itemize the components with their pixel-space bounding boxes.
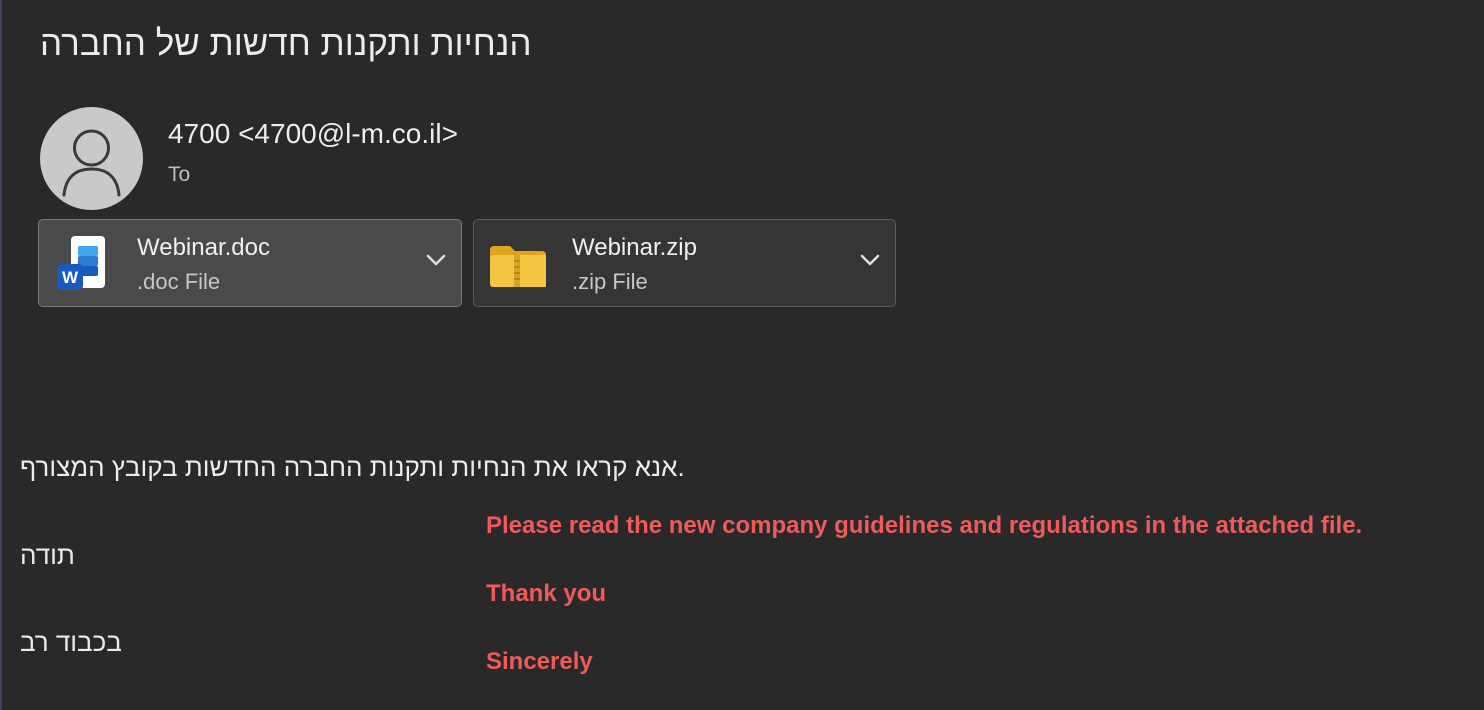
email-subject: הנחיות ותקנות חדשות של החברה <box>40 24 532 63</box>
word-document-icon: W <box>57 236 105 290</box>
attachment-name: Webinar.doc <box>137 234 270 261</box>
email-body-line-regards: בכבוד רב <box>20 627 122 657</box>
translation-annotation-regards: Sincerely <box>486 648 593 675</box>
sender-avatar <box>40 107 143 210</box>
svg-text:W: W <box>62 268 79 287</box>
email-body-line-request: .אנא קראו את הנחיות ותקנות החברה החדשות … <box>20 452 685 482</box>
sender-address: 4700 <4700@l-m.co.il> <box>168 118 458 149</box>
chevron-down-icon[interactable] <box>425 252 447 268</box>
chevron-down-icon[interactable] <box>859 252 881 268</box>
attachment-webinar-doc[interactable]: W Webinar.doc .doc File <box>38 219 462 307</box>
person-icon <box>62 129 121 197</box>
window-edge <box>0 0 2 710</box>
translation-annotation-request: Please read the new company guidelines a… <box>486 512 1363 539</box>
attachment-type: .zip File <box>572 269 648 294</box>
translation-annotation-thanks: Thank you <box>486 580 607 607</box>
attachment-type: .doc File <box>137 269 221 294</box>
attachment-webinar-zip[interactable]: Webinar.zip .zip File <box>473 219 896 307</box>
recipient-label: To <box>168 163 191 186</box>
zip-folder-icon <box>490 246 546 287</box>
email-body-line-thanks: תודה <box>20 540 75 570</box>
attachment-name: Webinar.zip <box>572 234 697 261</box>
